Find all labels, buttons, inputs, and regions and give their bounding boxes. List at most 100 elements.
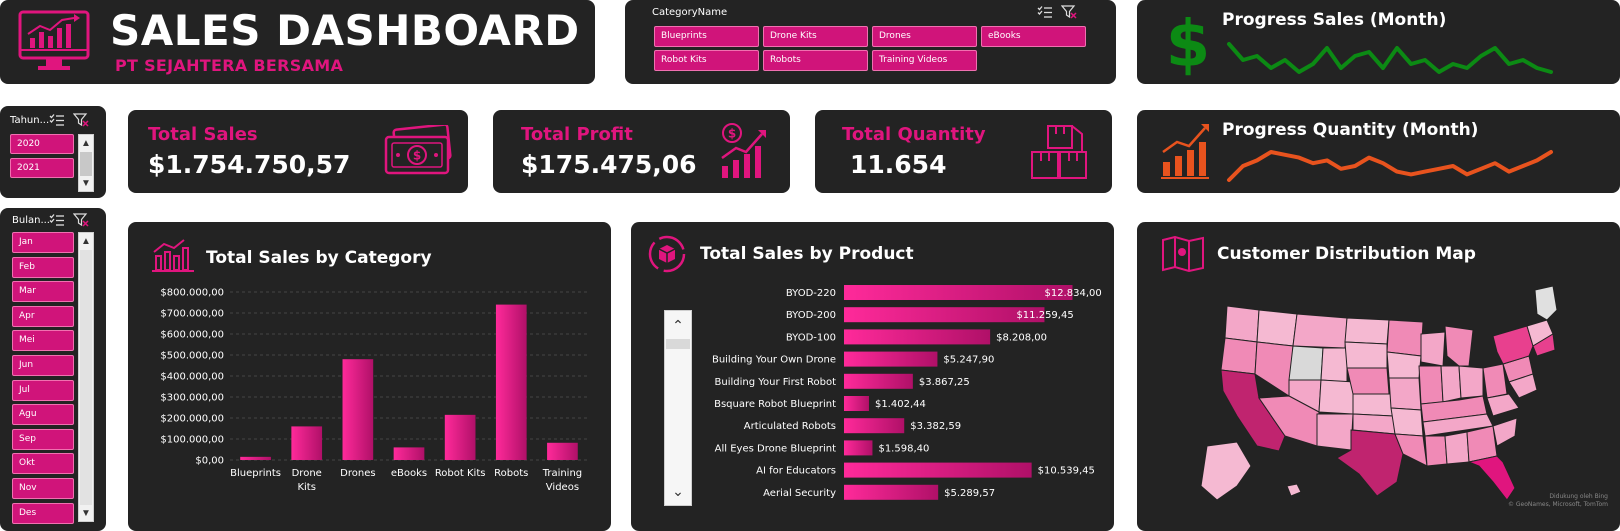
scroll-thumb[interactable]	[80, 250, 92, 505]
svg-text:$: $	[413, 149, 421, 163]
scroll-up-icon[interactable]: ▲	[79, 233, 93, 249]
product-bar[interactable]	[844, 484, 939, 500]
product-bar[interactable]	[844, 418, 905, 434]
bar-chart-icon	[152, 239, 194, 272]
total-quantity-card: Total Quantity 11.654	[815, 110, 1112, 193]
product-bar[interactable]	[844, 440, 873, 456]
kpi-value: 11.654	[850, 150, 947, 179]
chart-title: Total Sales by Product	[700, 244, 914, 264]
slicer-item[interactable]: 2020	[10, 134, 74, 154]
product-bar[interactable]	[844, 462, 1032, 478]
x-tick-label: Robot Kits	[435, 468, 486, 479]
slicer-item[interactable]: Robots	[763, 50, 868, 71]
value-label: $3.382,59	[910, 421, 961, 432]
product-bar[interactable]	[844, 307, 1045, 323]
slicer-item[interactable]: Feb	[12, 256, 74, 278]
profit-growth-icon: $	[721, 123, 766, 178]
slicer-item[interactable]: Okt	[12, 453, 74, 475]
kpi-label: Total Sales	[148, 124, 258, 145]
product-bar[interactable]	[844, 396, 869, 411]
slicer-item[interactable]: Blueprints	[654, 26, 759, 47]
year-slicer: Tahun... 2020 2021 ▲ ▼	[0, 106, 106, 198]
us-choropleth-map	[1200, 286, 1557, 501]
kpi-label: Total Profit	[521, 124, 633, 145]
multi-select-icon[interactable]	[49, 213, 65, 227]
map-attribution: Didukung oleh Bing	[1549, 493, 1608, 500]
product-label: Articulated Robots	[744, 421, 836, 432]
product-label: Bsquare Robot Blueprint	[714, 399, 836, 410]
scroll-down-icon[interactable]: ▼	[79, 505, 93, 521]
scroll-up-icon[interactable]: ▲	[79, 135, 93, 151]
month-scrollbar[interactable]: ▲ ▼	[78, 232, 94, 522]
kpi-label: Total Quantity	[842, 124, 986, 145]
slicer-item[interactable]: eBooks	[981, 26, 1086, 47]
slicer-item[interactable]: Jan	[12, 232, 74, 253]
x-tick-label: Training	[542, 468, 582, 479]
map-attribution: © GeoNames, Microsoft, TomTom	[1507, 501, 1608, 508]
x-tick-label: eBooks	[391, 468, 427, 479]
value-label: $5.289,57	[944, 488, 995, 499]
clear-filter-icon[interactable]	[1060, 5, 1077, 19]
product-bar[interactable]	[844, 285, 1073, 300]
product-label: BYOD-220	[786, 288, 836, 299]
slicer-item[interactable]: Jul	[12, 379, 74, 401]
category-bar[interactable]	[444, 414, 476, 460]
slicer-item[interactable]: Sep	[12, 428, 74, 450]
kpi-value: $1.754.750,57	[148, 150, 351, 179]
clear-filter-icon[interactable]	[72, 113, 89, 127]
category-bar[interactable]	[393, 447, 425, 460]
product-bar[interactable]	[844, 329, 991, 345]
value-label: $8.208,00	[996, 332, 1047, 343]
category-bar[interactable]	[547, 442, 578, 460]
value-label: $5.247,90	[943, 355, 994, 366]
x-tick-label: Videos	[546, 482, 579, 493]
product-bar[interactable]	[844, 351, 938, 367]
slicer-item[interactable]: Mar	[12, 281, 74, 303]
category-bar[interactable]	[495, 304, 527, 460]
progress-sales-sparkline	[1227, 42, 1553, 74]
slicer-item[interactable]: Mei	[12, 330, 74, 352]
dollar-icon: $	[1167, 8, 1209, 76]
progress-quantity-sparkline	[1227, 150, 1553, 182]
slicer-item[interactable]: Apr	[12, 305, 74, 327]
year-scrollbar[interactable]: ▲ ▼	[78, 134, 94, 192]
slicer-item[interactable]: Robot Kits	[654, 50, 759, 71]
multi-select-icon[interactable]	[1037, 5, 1053, 19]
scroll-thumb[interactable]	[80, 152, 92, 176]
month-slicer: Bulan... Jan Feb Mar Apr Mei Jun Jul Agu Sep Okt N…	[0, 208, 106, 531]
panel-title: Progress Sales (Month)	[1222, 10, 1447, 30]
category-bar[interactable]	[291, 426, 323, 460]
product-label: BYOD-200	[786, 310, 836, 321]
value-label: $1.402,44	[875, 399, 926, 410]
slicer-title: Bulan...	[12, 215, 50, 226]
product-label: Building Your First Robot	[715, 377, 837, 388]
slicer-item[interactable]: Jun	[12, 355, 74, 376]
category-bar[interactable]	[342, 359, 374, 460]
customer-map-panel: Customer Distribution Map Didukung oleh …	[1137, 222, 1620, 531]
total-profit-card: Total Profit $175.475,06 $	[493, 110, 790, 193]
slicer-item[interactable]: Agu	[12, 404, 74, 426]
page-title: SALES DASHBOARD	[110, 6, 580, 55]
product-label: AI for Educators	[756, 466, 836, 477]
sales-by-product-chart: BYOD-220 $12.834,00 BYOD-200 $11.259,45 BYOD…	[712, 285, 1102, 500]
value-label: $10.539,45	[1038, 466, 1095, 477]
slicer-item[interactable]: Training Videos	[872, 50, 977, 71]
progress-quantity-panel: Progress Quantity (Month)	[1137, 110, 1620, 193]
slicer-item[interactable]: 2021	[10, 158, 74, 178]
product-bar[interactable]	[844, 373, 913, 389]
y-tick-label: $200.000,00	[160, 414, 224, 425]
y-tick-label: $800.000,00	[160, 288, 224, 299]
boxes-icon	[1031, 125, 1087, 179]
category-bar[interactable]	[240, 456, 271, 460]
slicer-item[interactable]: Drone Kits	[763, 26, 868, 47]
clear-filter-icon[interactable]	[72, 213, 89, 227]
slicer-item[interactable]: Drones	[872, 26, 977, 47]
scroll-down-icon[interactable]: ▼	[79, 175, 93, 191]
slicer-item[interactable]: Des	[12, 502, 74, 524]
map-icon	[1162, 236, 1204, 272]
slicer-item[interactable]: Nov	[12, 478, 74, 499]
value-label: $11.259,45	[1016, 310, 1073, 321]
y-tick-label: $0,00	[195, 456, 224, 467]
y-tick-label: $100.000,00	[160, 435, 224, 446]
multi-select-icon[interactable]	[49, 113, 65, 127]
